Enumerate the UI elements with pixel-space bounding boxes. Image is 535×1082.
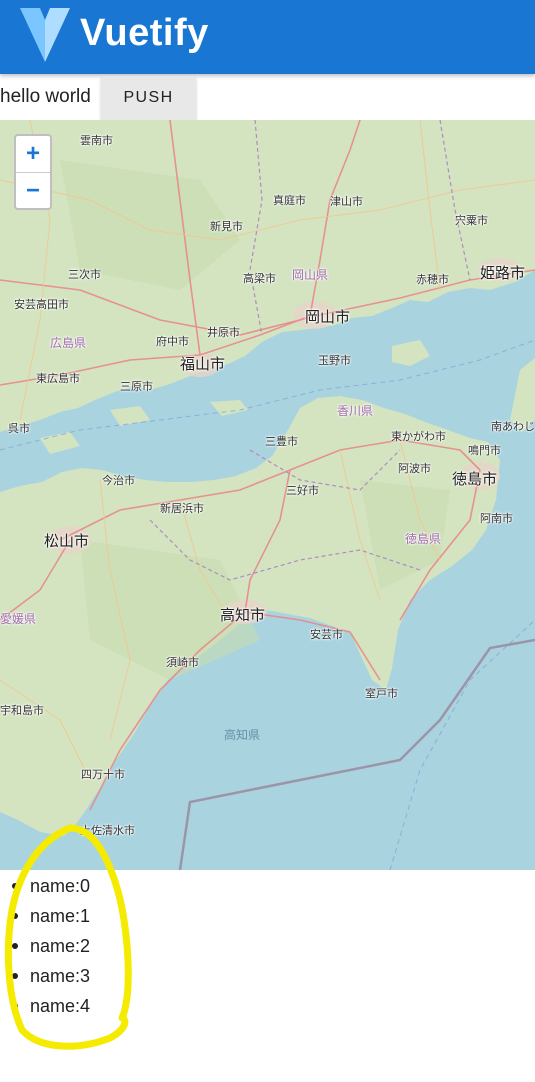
- map-city-label: 高知市: [220, 607, 266, 624]
- zoom-in-button[interactable]: +: [16, 136, 50, 173]
- map-place-label: 阿南市: [480, 513, 513, 525]
- map-place-label: 新居浜市: [160, 503, 204, 515]
- map-city-label: 岡山市: [305, 309, 351, 326]
- zoom-out-button[interactable]: −: [16, 173, 50, 208]
- map-place-label: 南あわじ: [491, 421, 535, 433]
- map-place-label: 須崎市: [166, 657, 199, 669]
- map-place-label: 宇和島市: [0, 705, 44, 717]
- list-item: name:1: [10, 902, 90, 932]
- map-prefecture-label: 徳島県: [405, 532, 442, 546]
- map-city-label: 福山市: [180, 356, 226, 373]
- list-item: name:0: [10, 872, 90, 902]
- map-place-label: 安芸高田市: [14, 299, 69, 311]
- map-place-label: 玉野市: [318, 355, 351, 367]
- map-place-label: 東かがわ市: [391, 431, 446, 443]
- map-place-label: 今治市: [102, 475, 135, 487]
- map-place-label: 三好市: [286, 485, 319, 497]
- app-title: Vuetify: [80, 12, 209, 54]
- map-place-label: 安芸市: [310, 629, 343, 641]
- push-button[interactable]: PUSH: [101, 76, 196, 120]
- map-prefecture-label: 広島県: [50, 336, 87, 350]
- map-place-label: 新見市: [210, 221, 243, 233]
- app-bar: Vuetify: [0, 0, 535, 74]
- map-place-label: 呉市: [8, 423, 30, 435]
- zoom-control: + −: [14, 134, 52, 210]
- content-toolbar: hello world PUSH: [0, 76, 535, 120]
- map-place-label: 赤穂市: [416, 274, 449, 286]
- map-place-label: 室戸市: [365, 688, 398, 700]
- map-place-label: 府中市: [156, 336, 189, 348]
- app-root: Vuetify hello world PUSH 雲南市 真庭市 津山市 宍粟市…: [0, 0, 535, 1082]
- map-place-label: 三次市: [68, 269, 101, 281]
- map-city-label: 松山市: [44, 533, 90, 550]
- map-city-label: 徳島市: [452, 471, 498, 488]
- map-prefecture-label: 香川県: [337, 404, 374, 418]
- name-list: name:0 name:1 name:2 name:3 name:4: [10, 872, 90, 1022]
- map-place-label: 高梁市: [243, 273, 276, 285]
- map-place-label: 井原市: [207, 327, 240, 339]
- map-place-label: 津山市: [330, 196, 363, 208]
- list-item: name:4: [10, 992, 90, 1022]
- map-place-label: 東広島市: [36, 373, 80, 385]
- map-place-label: 土佐清水市: [80, 825, 135, 837]
- list-item: name:2: [10, 932, 90, 962]
- map-tiles: [0, 120, 535, 870]
- hello-text: hello world: [0, 86, 91, 107]
- map-place-label: 三原市: [120, 381, 153, 393]
- map-place-label: 三豊市: [265, 436, 298, 448]
- map-prefecture-label: 愛媛県: [0, 612, 37, 626]
- map-city-label: 姫路市: [480, 265, 526, 282]
- map-place-label: 宍粟市: [455, 215, 488, 227]
- map-place-label: 雲南市: [80, 135, 113, 147]
- map-view[interactable]: 雲南市 真庭市 津山市 宍粟市 新見市 三次市 高梁市 岡山県 赤穂市 姫路市 …: [0, 120, 535, 870]
- map-place-label: 四万十市: [81, 769, 125, 781]
- list-item: name:3: [10, 962, 90, 992]
- vuetify-logo-icon: [20, 8, 70, 62]
- map-sea-label: 高知県: [224, 728, 261, 742]
- map-place-label: 真庭市: [273, 195, 306, 207]
- map-prefecture-label: 岡山県: [292, 268, 329, 282]
- map-place-label: 阿波市: [398, 463, 431, 475]
- map-place-label: 鳴門市: [468, 445, 501, 457]
